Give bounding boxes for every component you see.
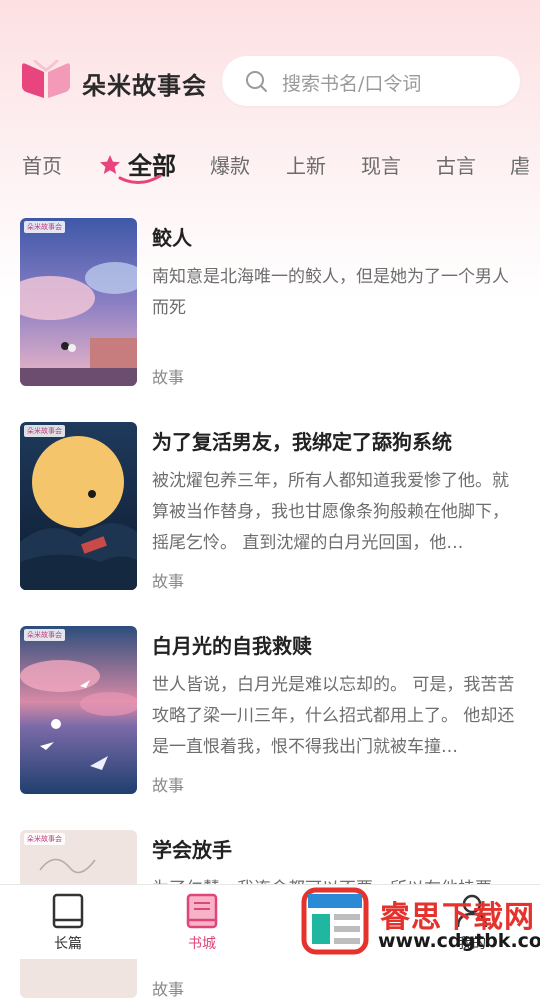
book-title: 白月光的自我救赎 bbox=[152, 634, 312, 658]
tab-angst[interactable]: 虐 bbox=[510, 150, 530, 179]
book-cover: 朵米故事会 bbox=[20, 626, 137, 794]
nav-label: 书城 bbox=[188, 936, 216, 952]
book-category: 故事 bbox=[152, 368, 185, 387]
nav-bookstore[interactable]: 书城 bbox=[152, 885, 252, 959]
cover-tag: 朵米故事会 bbox=[24, 221, 65, 233]
book-category: 故事 bbox=[152, 776, 185, 795]
tab-modern-romance[interactable]: 现言 bbox=[361, 150, 401, 179]
cover-tag: 朵米故事会 bbox=[24, 629, 65, 641]
cover-tag: 朵米故事会 bbox=[24, 425, 65, 437]
book-description: 世人皆说，白月光是难以忘却的。 可是，我苦苦攻略了梁一川三年，什么招式都用上了。… bbox=[152, 675, 515, 757]
category-tabs: 首页 全部 爆款 上新 现言 古言 虐 bbox=[0, 144, 540, 190]
search-icon bbox=[246, 71, 267, 92]
book-cover: 朵米故事会 bbox=[20, 218, 137, 386]
nav-long-novels[interactable]: 长篇 bbox=[18, 885, 118, 959]
app-header: 朵米故事会 搜索书名/口令词 bbox=[0, 52, 540, 112]
watermark-logo-icon bbox=[301, 887, 369, 955]
tab-new[interactable]: 上新 bbox=[286, 150, 326, 179]
search-bar[interactable]: 搜索书名/口令词 bbox=[222, 56, 520, 106]
book-category: 故事 bbox=[152, 980, 185, 999]
watermark: 睿思下载网 www.cdgtbk.com bbox=[298, 886, 540, 958]
tab-home[interactable]: 首页 bbox=[22, 150, 62, 179]
nav-label: 长篇 bbox=[54, 936, 82, 952]
book-cover: 朵米故事会 bbox=[20, 422, 137, 590]
list-item[interactable]: 朵米故事会 鲛人 南知意是北海唯一的鲛人，但是她为了一个男人而死 故事 bbox=[0, 218, 540, 388]
cover-tag: 朵米故事会 bbox=[24, 833, 65, 845]
search-placeholder: 搜索书名/口令词 bbox=[282, 73, 422, 95]
book-description: 被沈燿包养三年，所有人都知道我爱惨了他。就算被当作替身，我也甘愿像条狗般赖在他脚… bbox=[152, 471, 509, 553]
book-category: 故事 bbox=[152, 572, 185, 591]
book-title: 为了复活男友，我绑定了舔狗系统 bbox=[152, 430, 452, 454]
bookstore-icon bbox=[186, 893, 218, 929]
tab-hot[interactable]: 爆款 bbox=[210, 150, 250, 179]
book-icon bbox=[52, 893, 84, 929]
book-title: 学会放手 bbox=[152, 838, 232, 862]
list-item[interactable]: 朵米故事会 白月光的自我救赎 世人皆说，白月光是难以忘却的。 可是，我苦苦攻略了… bbox=[0, 626, 540, 796]
active-tab-indicator bbox=[118, 174, 162, 184]
watermark-url: www.cdgtbk.com bbox=[378, 930, 540, 952]
tab-ancient-romance[interactable]: 古言 bbox=[436, 150, 476, 179]
list-item[interactable]: 朵米故事会 为了复活男友，我绑定了舔狗系统 被沈燿包养三年，所有人都知道我爱惨了… bbox=[0, 422, 540, 592]
book-title: 鲛人 bbox=[152, 226, 192, 250]
app-title: 朵米故事会 bbox=[82, 72, 207, 100]
app-logo bbox=[22, 60, 70, 98]
book-description: 南知意是北海唯一的鲛人，但是她为了一个男人而死 bbox=[152, 267, 509, 318]
